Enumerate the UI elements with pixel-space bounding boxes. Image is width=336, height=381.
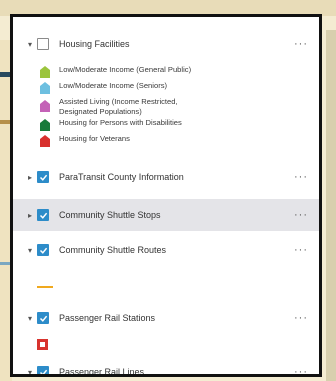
legend-item: Low/Moderate Income (Seniors) [39, 81, 309, 95]
legend-item: Assisted Living (Income Restricted, Desi… [39, 97, 309, 116]
more-options-icon[interactable]: ··· [289, 244, 313, 256]
layer-label: Housing Facilities [59, 39, 130, 49]
layer-label: Passenger Rail Stations [59, 313, 156, 323]
layer-checkbox[interactable] [37, 38, 49, 50]
house-icon [39, 134, 51, 148]
more-options-icon[interactable]: ··· [289, 209, 313, 221]
legend-label: Low/Moderate Income (General Public) [59, 65, 192, 74]
chevron-down-icon[interactable]: ▾ [25, 368, 35, 375]
layer-checkbox[interactable] [37, 244, 49, 256]
legend-item: Low/Moderate Income (General Public) [39, 65, 309, 79]
housing-legend: Low/Moderate Income (General Public) Low… [39, 65, 309, 148]
house-icon [39, 81, 51, 95]
layer-checkbox[interactable] [37, 312, 49, 324]
house-icon [39, 99, 51, 113]
chevron-down-icon[interactable]: ▾ [25, 246, 35, 255]
more-options-icon[interactable]: ··· [289, 366, 313, 374]
layer-label: Community Shuttle Routes [59, 245, 167, 255]
layer-label: Community Shuttle Stops [59, 210, 161, 220]
route-line-symbol [37, 286, 53, 288]
more-options-icon[interactable]: ··· [289, 312, 313, 324]
layer-label: ParaTransit County Information [59, 172, 184, 182]
legend-label: Housing for Veterans [59, 134, 130, 143]
chevron-down-icon[interactable]: ▾ [25, 314, 35, 323]
layer-checkbox[interactable] [37, 366, 49, 374]
legend-label-line1: Assisted Living (Income Restricted, [59, 97, 178, 106]
legend-item: Housing for Veterans [39, 134, 309, 148]
layer-checkbox[interactable] [37, 209, 49, 221]
legend-label: Housing for Persons with Disabilities [59, 118, 182, 127]
more-options-icon[interactable]: ··· [289, 38, 313, 50]
layer-row-shuttle-routes[interactable]: ▾ Community Shuttle Routes ··· [13, 235, 319, 265]
map-background-right [326, 30, 336, 381]
layer-row-shuttle-stops[interactable]: ▸ Community Shuttle Stops ··· [13, 199, 319, 231]
layer-label: Passenger Rail Lines [59, 367, 145, 377]
house-icon [39, 65, 51, 79]
layer-row-rail-lines[interactable]: ▾ Passenger Rail Lines ··· [13, 357, 319, 377]
legend-label-line2: Designated Populations) [59, 106, 142, 116]
chevron-right-icon[interactable]: ▸ [25, 211, 35, 220]
legend-label: Low/Moderate Income (Seniors) [59, 81, 168, 90]
layer-checkbox[interactable] [37, 171, 49, 183]
layer-list-panel: ▾ Housing Facilities ··· Low/Moderate In… [10, 14, 322, 377]
house-icon [39, 118, 51, 132]
legend-label: Assisted Living (Income Restricted, Desi… [59, 97, 178, 116]
rail-station-icon [37, 339, 48, 350]
layer-row-rail-stations[interactable]: ▾ Passenger Rail Stations ··· [13, 303, 319, 333]
more-options-icon[interactable]: ··· [289, 171, 313, 183]
chevron-right-icon[interactable]: ▸ [25, 173, 35, 182]
chevron-down-icon[interactable]: ▾ [25, 40, 35, 49]
legend-item: Housing for Persons with Disabilities [39, 118, 309, 132]
layer-row-housing-facilities[interactable]: ▾ Housing Facilities ··· [13, 29, 319, 59]
layer-row-paratransit[interactable]: ▸ ParaTransit County Information ··· [13, 162, 319, 192]
